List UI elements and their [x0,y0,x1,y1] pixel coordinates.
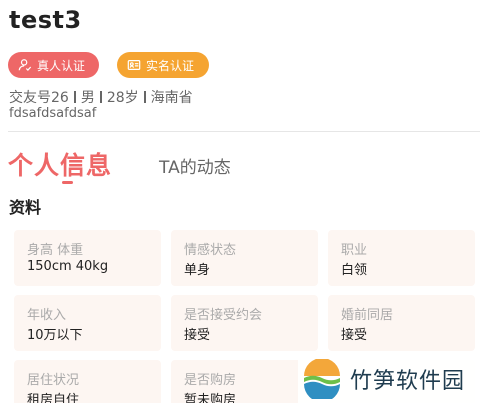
detail-card-height-weight: 身高 体重 150cm 40kg [14,230,161,286]
detail-value: 接受 [341,328,368,343]
detail-value: 白领 [341,263,368,278]
real-name-badge-label: 实名认证 [146,58,195,73]
detail-value: 暂未购房 [184,393,237,403]
person-verified-icon [18,58,32,72]
detail-value: 单身 [184,263,211,278]
signature: fdsafdsafdsaf [9,106,97,121]
separator [99,91,102,103]
detail-label: 是否购房 [184,373,237,388]
id-card-icon [127,58,141,72]
detail-card-cohabitation: 婚前同居 接受 [328,295,475,351]
tab-indicator [62,181,73,184]
detail-label: 居住状况 [27,373,80,388]
real-person-badge[interactable]: 真人认证 [8,52,99,78]
detail-label: 身高 体重 [27,243,84,258]
watermark-text: 竹笋软件园 [350,369,466,394]
detail-label: 是否接受约会 [184,308,263,323]
age: 28岁 [106,90,139,106]
detail-card-living: 居住状况 租房自住 [14,360,161,403]
detail-label: 婚前同居 [341,308,394,323]
detail-card-relationship: 情感状态 单身 [171,230,318,286]
detail-card-income: 年收入 10万以下 [14,295,161,351]
detail-card-house: 是否购房 暂未购房 [171,360,318,403]
bamboo-logo-icon [302,359,342,399]
real-name-badge[interactable]: 实名认证 [117,52,209,78]
gender: 男 [80,90,95,106]
tab-moments[interactable]: TA的动态 [159,153,231,178]
detail-value: 150cm 40kg [27,259,109,274]
separator [73,91,76,103]
detail-value: 租房自住 [27,393,80,403]
province: 海南省 [150,90,193,106]
user-id: 交友号26 [9,90,69,106]
detail-value: 10万以下 [27,328,83,343]
divider [8,131,480,132]
watermark: 竹笋软件园 [298,355,486,403]
real-person-badge-label: 真人认证 [37,58,86,73]
tab-personal-info[interactable]: 个人信息 [8,146,112,182]
username: test3 [9,6,82,34]
detail-value: 接受 [184,328,211,343]
profile-info-line: 交友号26 男 28岁 海南省 [9,87,193,107]
detail-card-occupation: 职业 白领 [328,230,475,286]
section-title: 资料 [9,198,42,217]
detail-label: 职业 [341,243,368,258]
separator [143,91,146,103]
detail-label: 年收入 [27,308,67,323]
detail-label: 情感状态 [184,243,237,258]
detail-card-dating: 是否接受约会 接受 [171,295,318,351]
